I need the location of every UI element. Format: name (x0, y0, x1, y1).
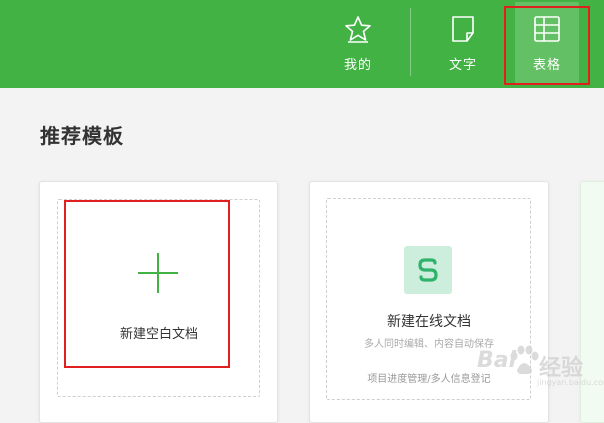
online-sheet-icon (404, 246, 452, 294)
new-online-document-title: 新建在线文档 (387, 314, 471, 330)
highlight-box-blank-card (64, 200, 230, 368)
highlight-box-sheet-tab (504, 6, 590, 85)
star-icon (343, 14, 373, 44)
document-icon (448, 14, 478, 44)
tab-text-label: 文字 (448, 58, 477, 73)
top-toolbar: 我的 文字 表格 (0, 0, 604, 88)
tab-mine[interactable]: 我的 (330, 0, 386, 88)
baidu-watermark: Bai 经验 jingyan.baidu.com (477, 342, 604, 392)
section-title: 推荐模板 (40, 124, 124, 148)
tab-mine-label: 我的 (343, 58, 372, 73)
nav-divider (410, 8, 411, 76)
paw-logo-icon (505, 344, 541, 378)
tab-text[interactable]: 文字 (435, 0, 491, 88)
watermark-url: jingyan.baidu.com (537, 378, 604, 387)
